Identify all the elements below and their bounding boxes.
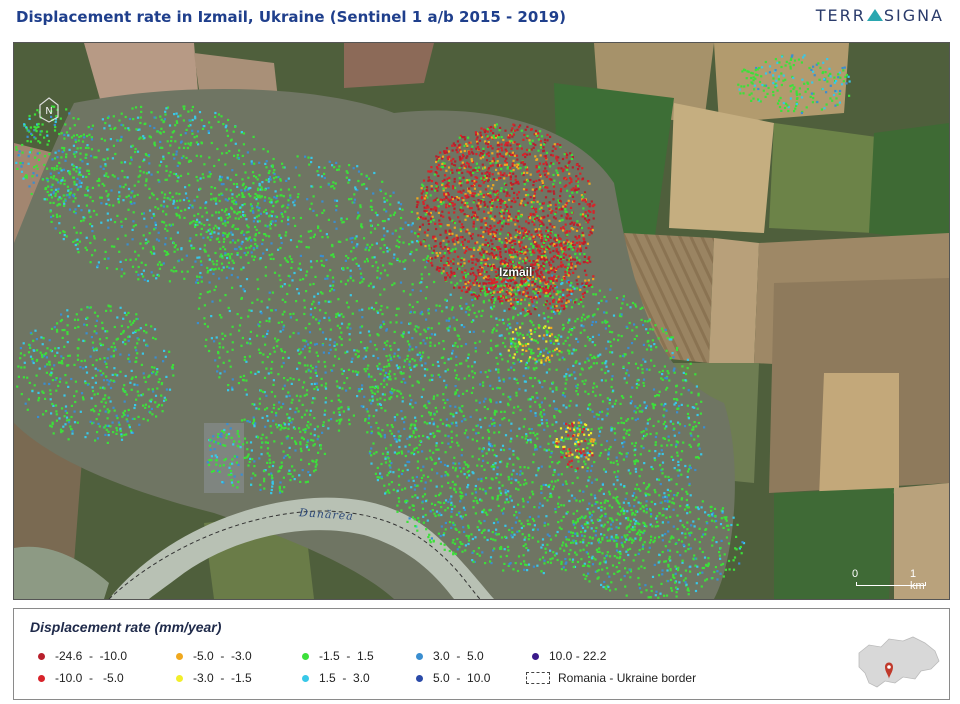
logo-text-left: TERR — [815, 6, 866, 25]
legend-item: 1.5 - 3.0 — [302, 671, 370, 685]
scale-start-label: 0 — [852, 568, 859, 580]
logo-text-right: SIGNA — [883, 6, 944, 25]
legend-swatch — [532, 652, 539, 660]
legend-swatch — [302, 652, 309, 660]
map-view[interactable]: N Izmail Dunărea 0 1 km — [13, 42, 950, 600]
legend-swatch — [176, 652, 183, 660]
legend-swatch — [176, 674, 183, 682]
legend-label: 5.0 - 10.0 — [433, 671, 491, 685]
north-arrow-icon: N — [39, 97, 59, 123]
legend-item: 5.0 - 10.0 — [416, 671, 490, 685]
legend-title: Displacement rate (mm/year) — [30, 619, 222, 635]
legend-swatch — [38, 674, 45, 682]
legend-label: 10.0 - 22.2 — [549, 649, 607, 663]
legend-item: -3.0 - -1.5 — [176, 671, 252, 685]
satellite-basemap — [14, 43, 949, 599]
city-label: Izmail — [499, 265, 533, 279]
legend-item: 3.0 - 5.0 — [416, 649, 484, 663]
legend-border-item: Romania - Ukraine border — [526, 671, 696, 685]
legend-item: -5.0 - -3.0 — [176, 649, 252, 663]
legend-label: -5.0 - -3.0 — [193, 649, 252, 663]
terrasigna-logo: TERR SIGNA — [816, 6, 944, 25]
legend-label: -24.6 - -10.0 — [55, 649, 128, 663]
legend-panel: Displacement rate (mm/year) -24.6 - -10.… — [13, 608, 950, 700]
legend-item: -10.0 - -5.0 — [38, 671, 124, 685]
scale-bar: 0 1 km — [850, 568, 930, 592]
scale-end-label: 1 km — [910, 568, 925, 592]
legend-swatch — [416, 674, 423, 682]
legend-label: -3.0 - -1.5 — [193, 671, 252, 685]
legend-swatch — [38, 652, 45, 660]
logo-triangle-icon — [866, 8, 883, 21]
legend-label: -1.5 - 1.5 — [319, 649, 374, 663]
scale-bar-line — [856, 582, 926, 586]
legend-swatch — [416, 652, 423, 660]
legend-border-label: Romania - Ukraine border — [558, 671, 697, 685]
legend-label: 1.5 - 3.0 — [319, 671, 370, 685]
legend-item: -1.5 - 1.5 — [302, 649, 374, 663]
border-swatch — [526, 672, 550, 684]
legend-swatch — [302, 674, 309, 682]
legend-label: 3.0 - 5.0 — [433, 649, 484, 663]
ukraine-inset-map — [858, 636, 940, 688]
map-title: Displacement rate in Izmail, Ukraine (Se… — [16, 8, 567, 26]
legend-label: -10.0 - -5.0 — [55, 671, 124, 685]
legend-item: -24.6 - -10.0 — [38, 649, 127, 663]
legend-item: 10.0 - 22.2 — [532, 649, 606, 663]
